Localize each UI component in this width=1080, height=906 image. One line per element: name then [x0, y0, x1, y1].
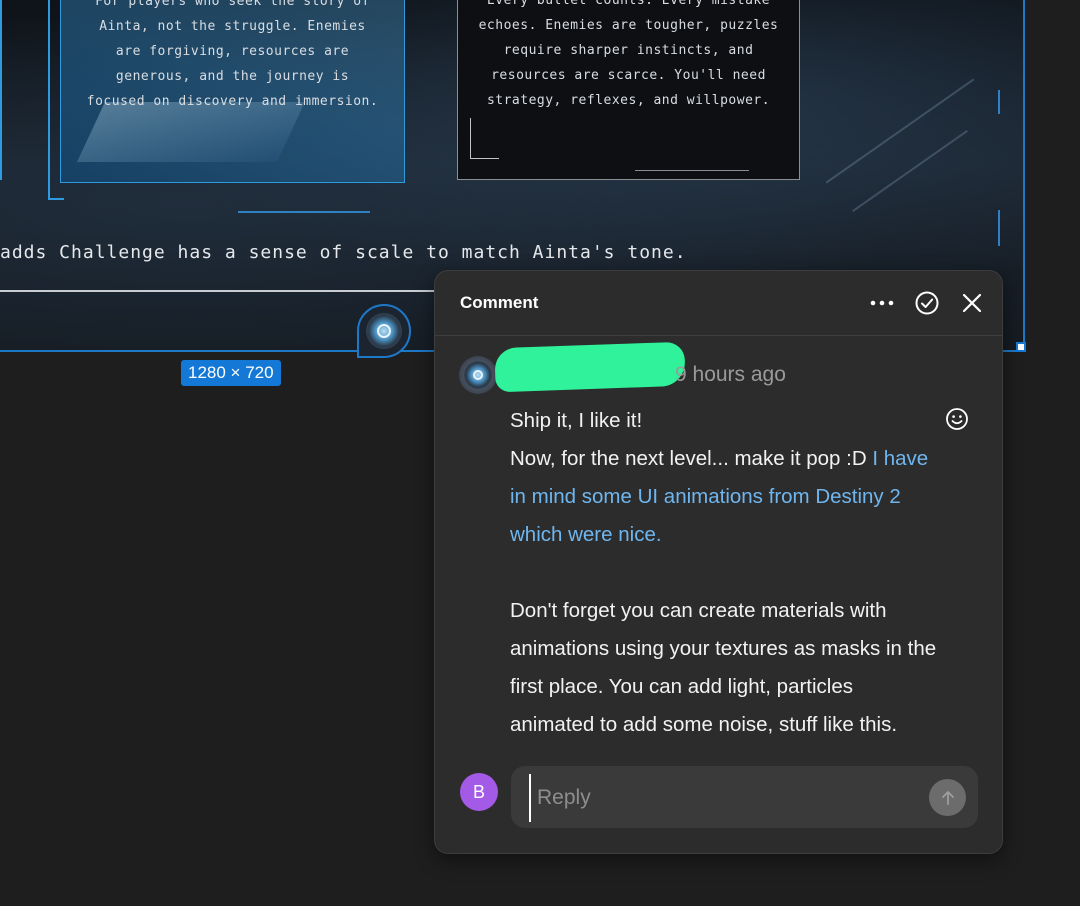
reply-input[interactable]	[529, 774, 919, 822]
difficulty-card-story[interactable]: For players who seek the story of Ainta,…	[60, 0, 405, 183]
pin-avatar	[366, 313, 402, 349]
card-description: For players who seek the story of Ainta,…	[86, 0, 379, 109]
card-bracket-edge	[0, 0, 2, 180]
comment-body: Ship it, I like it! Now, for the next le…	[510, 402, 940, 744]
tagline-text: adds Challenge has a sense of scale to m…	[0, 242, 687, 263]
card-description: Every bullet counts. Every mistake echoe…	[478, 0, 779, 108]
background-streak	[852, 130, 968, 212]
card-corner-bracket	[470, 118, 499, 159]
author-avatar[interactable]	[459, 356, 497, 394]
comment-panel: Comment 9 hours ago Ship it, I like it! …	[434, 270, 1003, 854]
tagline-divider	[0, 290, 440, 292]
arrow-up-icon	[941, 790, 954, 805]
frame-size-badge: 1280 × 720	[181, 360, 281, 386]
comment-timestamp: 9 hours ago	[675, 363, 786, 386]
author-name-redaction	[494, 341, 686, 393]
comment-text: Now, for the next level... make it pop :…	[510, 447, 873, 470]
more-horizontal-icon	[870, 300, 894, 306]
add-reaction-button[interactable]	[945, 407, 969, 431]
frame-tick	[998, 90, 1000, 114]
selection-resize-handle[interactable]	[1016, 342, 1026, 352]
comment-paragraph: Don't forget you can create materials wi…	[510, 599, 937, 736]
current-user-avatar: B	[460, 773, 498, 811]
avatar-logo	[464, 361, 492, 389]
close-button[interactable]	[959, 290, 985, 316]
panel-title: Comment	[460, 293, 539, 312]
comment-panel-header: Comment	[435, 271, 1002, 336]
check-circle-icon	[915, 291, 939, 315]
card-underline	[238, 211, 370, 213]
reply-box	[511, 766, 978, 828]
card-underline	[635, 170, 749, 171]
send-reply-button[interactable]	[929, 779, 966, 816]
resolve-button[interactable]	[914, 290, 940, 316]
difficulty-card-challenge[interactable]: Every bullet counts. Every mistake echoe…	[457, 0, 800, 180]
more-options-button[interactable]	[869, 290, 895, 316]
frame-tick	[998, 210, 1000, 246]
smiley-icon	[946, 408, 968, 430]
comment-line: Ship it, I like it!	[510, 409, 643, 432]
background-streak	[825, 78, 975, 184]
comment-line: Now, for the next level... make it pop :…	[510, 440, 940, 554]
comment-pin[interactable]	[357, 304, 411, 358]
close-icon	[962, 293, 982, 313]
